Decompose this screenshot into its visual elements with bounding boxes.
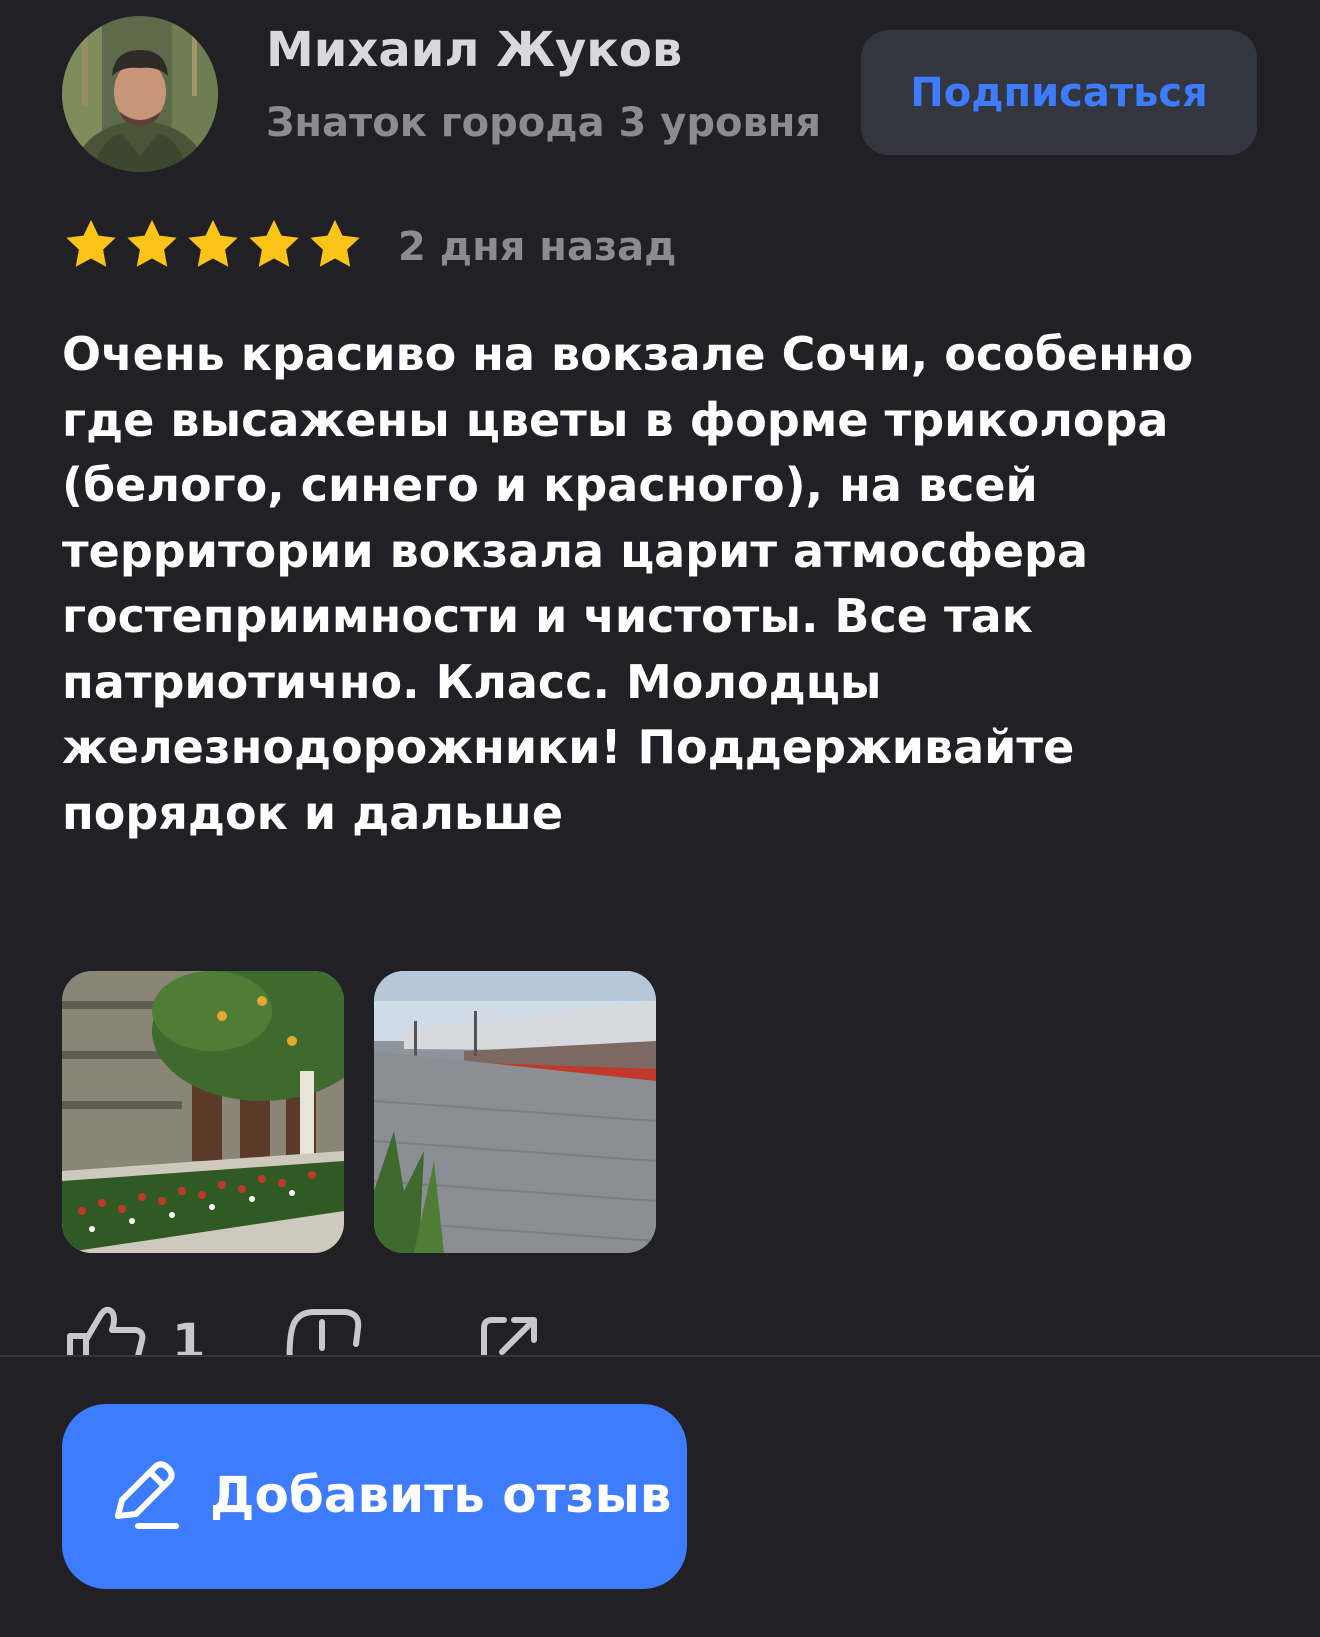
thumb-up-icon[interactable] [62, 1300, 146, 1355]
star-icon [188, 219, 238, 267]
photo-station-flowerbed [62, 971, 344, 1253]
like-count: 1 [172, 1314, 206, 1355]
author-level: Знаток города 3 уровня [266, 100, 822, 146]
author-name[interactable]: Михаил Жуков [266, 22, 682, 78]
review-card: Михаил Жуков Знаток города 3 уровня Подп… [0, 0, 1320, 1355]
star-icon [127, 219, 177, 267]
share-icon[interactable] [474, 1300, 544, 1355]
add-review-label: Добавить отзыв [210, 1466, 672, 1524]
review-photo[interactable] [374, 971, 656, 1253]
divider [0, 1355, 1320, 1357]
avatar-photo [62, 16, 218, 172]
rating-stars [62, 216, 364, 274]
photo-station-platform [374, 971, 656, 1253]
add-review-button[interactable]: Добавить отзыв [62, 1404, 687, 1589]
author-avatar[interactable] [62, 16, 218, 172]
review-actions: 1 [0, 1300, 1320, 1355]
comment-icon[interactable] [284, 1300, 364, 1355]
review-date: 2 дня назад [398, 224, 677, 270]
review-photo[interactable] [62, 971, 344, 1253]
star-icon [249, 219, 299, 267]
review-text: Очень красиво на вокзале Сочи, особенно … [62, 327, 1194, 840]
star-icon [310, 219, 360, 267]
pencil-icon [115, 1461, 179, 1529]
star-icon [66, 219, 116, 267]
subscribe-button[interactable]: Подписаться [861, 30, 1257, 155]
